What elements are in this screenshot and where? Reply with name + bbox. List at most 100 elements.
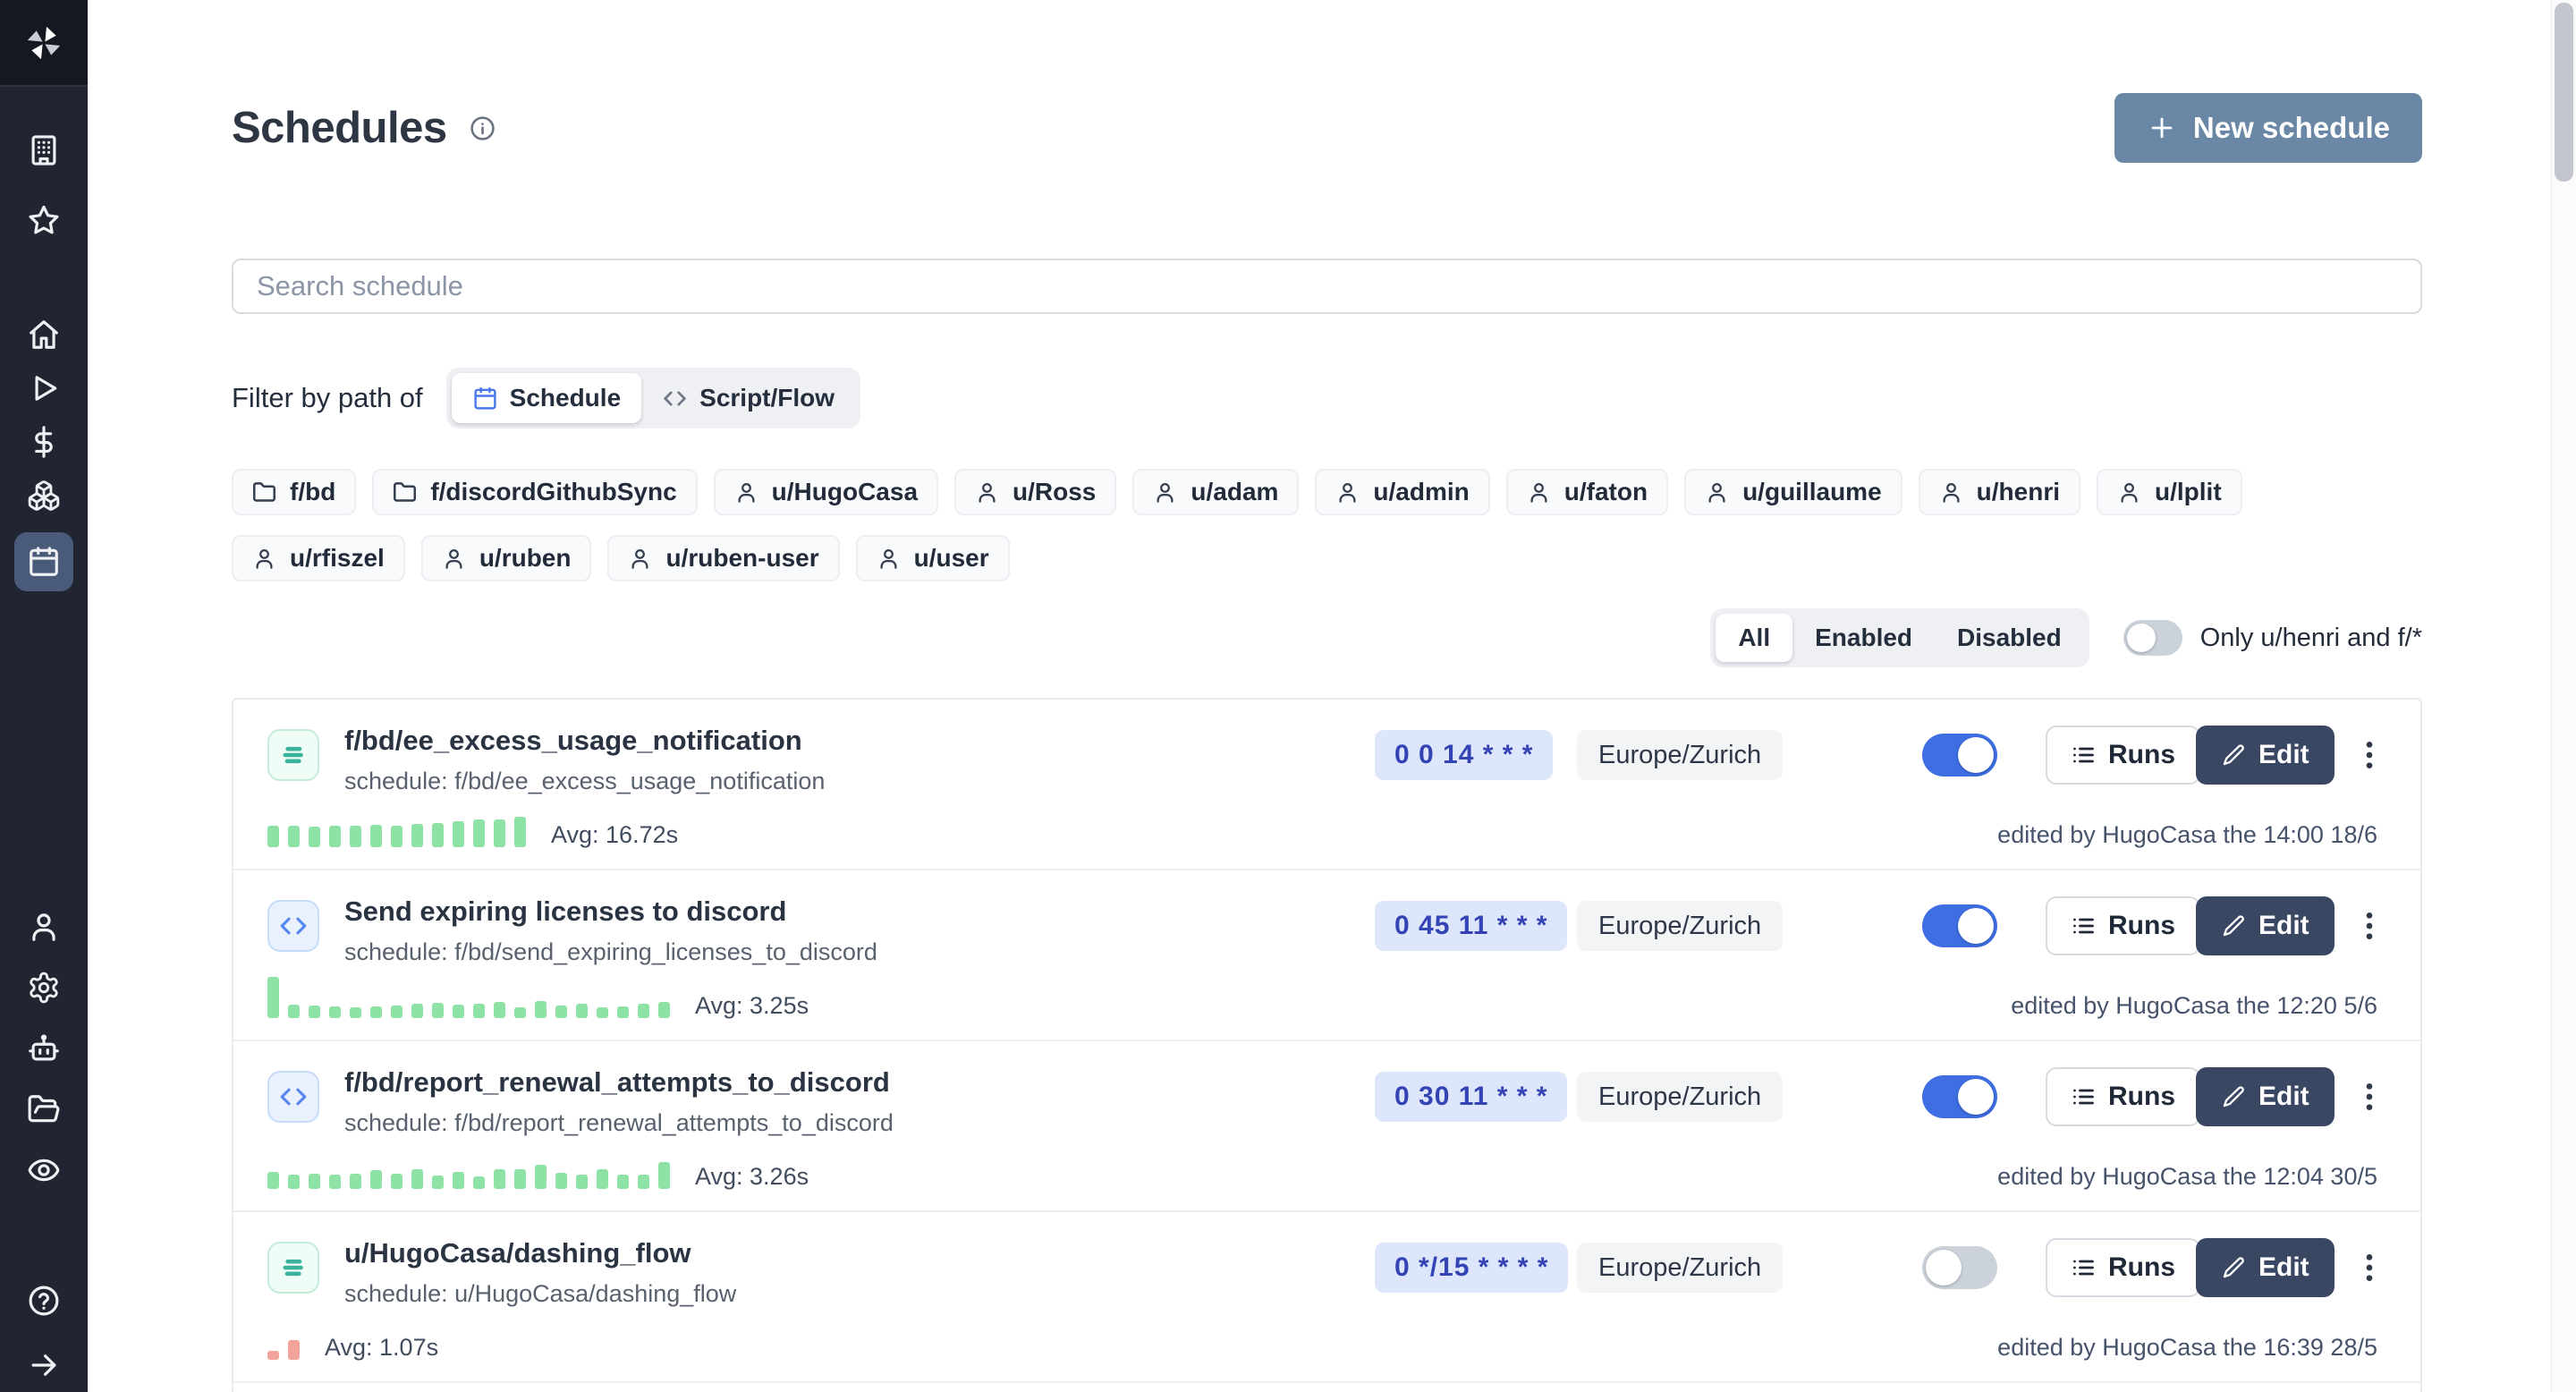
runs-button[interactable]: Runs — [2046, 896, 2200, 955]
status-option-disabled[interactable]: Disabled — [1935, 614, 2084, 662]
run-bar[interactable] — [535, 1001, 547, 1018]
sidebar-item-folder-open[interactable] — [20, 1085, 68, 1133]
enabled-toggle[interactable] — [1922, 1075, 1997, 1118]
schedule-title[interactable]: u/HugoCasa/dashing_flow — [344, 1237, 736, 1269]
run-bar[interactable] — [288, 1175, 300, 1189]
kind-option-schedule[interactable]: Schedule — [452, 373, 641, 423]
enabled-toggle[interactable] — [1922, 734, 1997, 777]
sidebar-item-star[interactable] — [20, 196, 68, 244]
run-bar[interactable] — [597, 1007, 608, 1018]
path-chip-u-admin[interactable]: u/admin — [1315, 469, 1489, 515]
enabled-toggle[interactable] — [1922, 904, 1997, 947]
path-chip-u-rfiszel[interactable]: u/rfiszel — [232, 535, 405, 581]
path-chip-u-henri[interactable]: u/henri — [1919, 469, 2080, 515]
sidebar-item-dollar[interactable] — [20, 418, 68, 466]
run-bar[interactable] — [432, 1003, 444, 1018]
edit-button[interactable]: Edit — [2196, 1238, 2334, 1297]
run-bar[interactable] — [494, 1002, 505, 1018]
run-bar[interactable] — [288, 826, 300, 847]
kebab-menu-button[interactable] — [2350, 1077, 2389, 1116]
run-bar[interactable] — [617, 1006, 629, 1018]
sidebar-item-calendar[interactable] — [14, 532, 73, 591]
path-chip-u-ruben[interactable]: u/ruben — [421, 535, 592, 581]
sidebar-item-help-circle[interactable] — [20, 1277, 68, 1325]
run-bar[interactable] — [350, 1007, 361, 1018]
path-chip-u-adam[interactable]: u/adam — [1132, 469, 1299, 515]
sidebar-item-boxes[interactable] — [20, 471, 68, 520]
path-chip-u-ruben-user[interactable]: u/ruben-user — [607, 535, 839, 581]
path-chip-f-discordGithubSync[interactable]: f/discordGithubSync — [372, 469, 697, 515]
run-bar[interactable] — [658, 1162, 670, 1189]
run-bar[interactable] — [391, 826, 402, 847]
run-bar[interactable] — [555, 1006, 567, 1018]
sidebar-item-eye[interactable] — [20, 1146, 68, 1194]
run-bar[interactable] — [370, 825, 382, 847]
run-bar[interactable] — [576, 1175, 588, 1189]
sidebar-item-bot[interactable] — [20, 1024, 68, 1073]
run-bar[interactable] — [411, 824, 423, 847]
run-bar[interactable] — [309, 827, 320, 847]
kebab-menu-button[interactable] — [2350, 735, 2389, 775]
run-bar[interactable] — [411, 1169, 423, 1189]
run-bar[interactable] — [658, 1002, 670, 1018]
run-bar[interactable] — [617, 1175, 629, 1189]
run-bar[interactable] — [288, 1005, 300, 1018]
sidebar-item-building[interactable] — [20, 126, 68, 174]
run-bar[interactable] — [411, 1004, 423, 1018]
path-chip-u-guillaume[interactable]: u/guillaume — [1684, 469, 1902, 515]
scrollbar-thumb[interactable] — [2555, 3, 2573, 182]
run-bar[interactable] — [576, 1004, 588, 1018]
run-bar[interactable] — [514, 1169, 526, 1189]
run-bar[interactable] — [329, 826, 341, 847]
run-bar[interactable] — [432, 1176, 444, 1189]
run-bar[interactable] — [597, 1169, 608, 1189]
run-bar[interactable] — [638, 1175, 649, 1189]
sidebar-item-play[interactable] — [20, 364, 68, 412]
run-bar[interactable] — [267, 826, 279, 847]
run-bar[interactable] — [514, 1007, 526, 1018]
run-bar[interactable] — [535, 1165, 547, 1189]
run-bar[interactable] — [288, 1340, 300, 1360]
kebab-menu-button[interactable] — [2350, 1248, 2389, 1287]
run-bar[interactable] — [453, 1172, 464, 1189]
sidebar-item-settings[interactable] — [20, 963, 68, 1012]
run-bar[interactable] — [309, 1174, 320, 1189]
run-bar[interactable] — [514, 817, 526, 847]
run-bar[interactable] — [432, 823, 444, 847]
schedule-title[interactable]: f/bd/ee_excess_usage_notification — [344, 725, 825, 757]
run-bar[interactable] — [473, 819, 485, 847]
enabled-toggle[interactable] — [1922, 1246, 1997, 1289]
sidebar-item-user[interactable] — [20, 903, 68, 951]
run-bar[interactable] — [555, 1173, 567, 1189]
run-bar[interactable] — [391, 1006, 402, 1018]
runs-button[interactable]: Runs — [2046, 1238, 2200, 1297]
path-chip-u-user[interactable]: u/user — [856, 535, 1010, 581]
edit-button[interactable]: Edit — [2196, 726, 2334, 785]
run-bar[interactable] — [638, 1004, 649, 1018]
status-option-enabled[interactable]: Enabled — [1792, 614, 1935, 662]
run-bar[interactable] — [494, 1169, 505, 1189]
runs-button[interactable]: Runs — [2046, 726, 2200, 785]
windmill-logo[interactable] — [0, 0, 88, 87]
sidebar-item-home[interactable] — [20, 310, 68, 359]
path-chip-f-bd[interactable]: f/bd — [232, 469, 356, 515]
status-option-all[interactable]: All — [1716, 614, 1792, 662]
run-bar[interactable] — [329, 1006, 341, 1018]
schedule-title[interactable]: f/bd/report_renewal_attempts_to_discord — [344, 1066, 894, 1099]
edit-button[interactable]: Edit — [2196, 1067, 2334, 1126]
runs-button[interactable]: Runs — [2046, 1067, 2200, 1126]
only-henri-switch[interactable] — [2123, 620, 2182, 656]
run-bar[interactable] — [370, 1170, 382, 1189]
new-schedule-button[interactable]: New schedule — [2114, 93, 2422, 163]
scrollbar-track[interactable] — [2551, 0, 2576, 1392]
run-bar[interactable] — [329, 1175, 341, 1189]
sidebar-item-arrow-right[interactable] — [20, 1341, 68, 1389]
run-bar[interactable] — [267, 977, 279, 1018]
run-bar[interactable] — [267, 1351, 279, 1360]
info-icon[interactable] — [469, 115, 496, 142]
path-chip-u-HugoCasa[interactable]: u/HugoCasa — [714, 469, 938, 515]
search-input[interactable] — [232, 259, 2422, 314]
run-bar[interactable] — [473, 1004, 485, 1018]
schedule-title[interactable]: Send expiring licenses to discord — [344, 895, 877, 928]
run-bar[interactable] — [453, 1005, 464, 1018]
